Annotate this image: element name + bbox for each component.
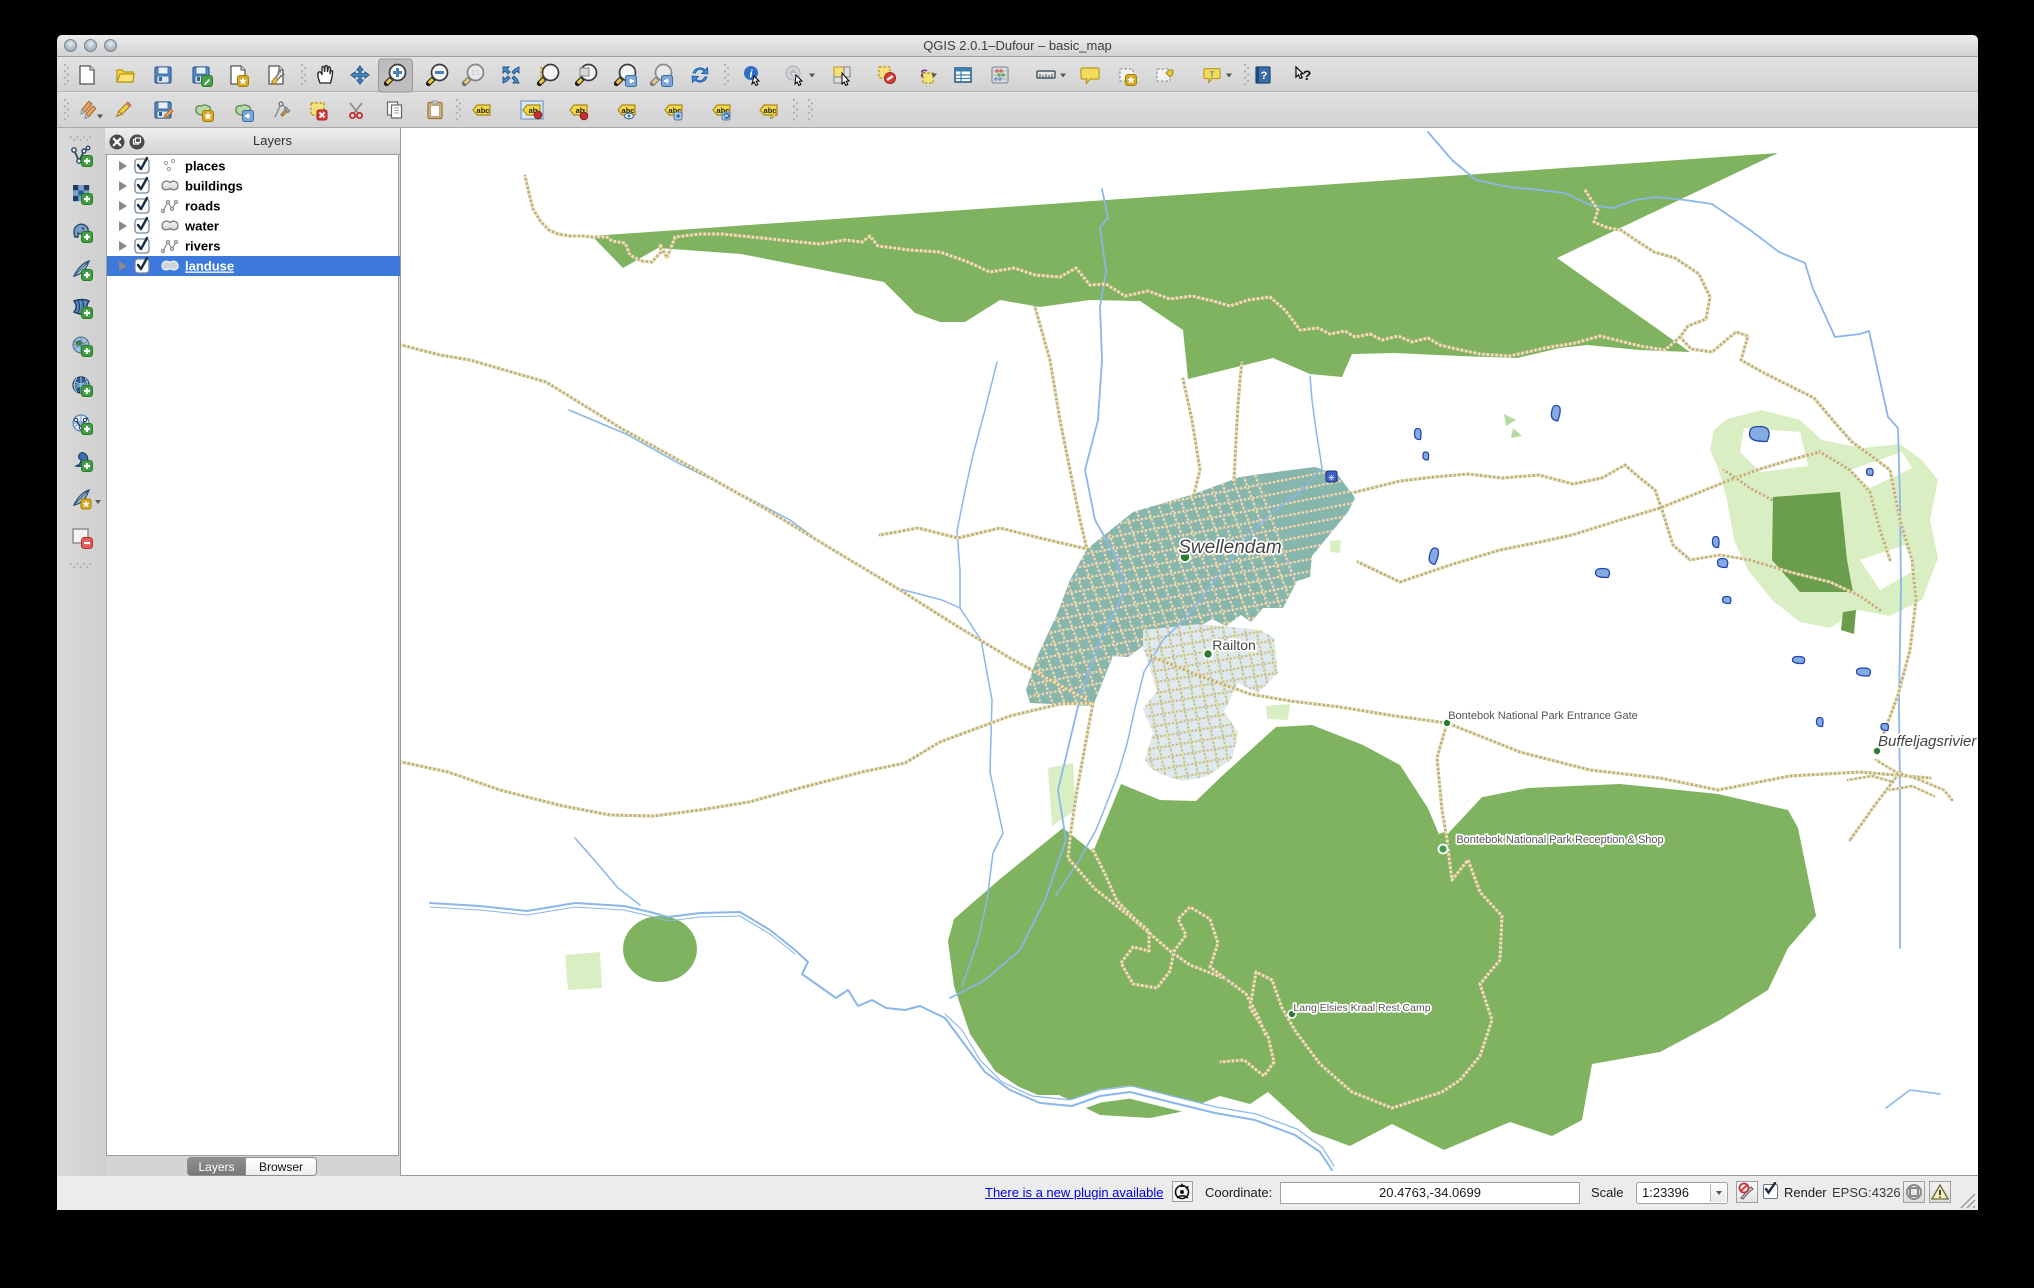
svg-text:Bontebok National Park Entranc: Bontebok National Park Entrance Gate <box>1448 710 1638 722</box>
svg-text:?: ? <box>1261 70 1268 82</box>
svg-text:rivers: rivers <box>185 239 220 254</box>
svg-text:landuse: landuse <box>185 259 234 274</box>
svg-text:Swellendam: Swellendam <box>1178 537 1282 558</box>
svg-text:⎈: ⎈ <box>1328 473 1335 482</box>
svg-text:T: T <box>1210 70 1215 79</box>
svg-text:1:1: 1:1 <box>471 71 480 77</box>
svg-text:Lang Elsies Kraal Rest Camp: Lang Elsies Kraal Rest Camp <box>1293 1002 1430 1014</box>
svg-text:water: water <box>184 219 219 234</box>
svg-text:?: ? <box>1303 67 1312 83</box>
svg-text:Bontebok National Park Recepti: Bontebok National Park Reception & Shop <box>1456 834 1663 846</box>
svg-text:places: places <box>185 159 225 174</box>
svg-text:abc: abc <box>477 106 490 115</box>
svg-text:Buffeljagsrivier: Buffeljagsrivier <box>1878 733 1977 750</box>
svg-text:buildings: buildings <box>185 179 243 194</box>
svg-text:Railton: Railton <box>1212 637 1256 653</box>
svg-text:roads: roads <box>185 199 220 214</box>
